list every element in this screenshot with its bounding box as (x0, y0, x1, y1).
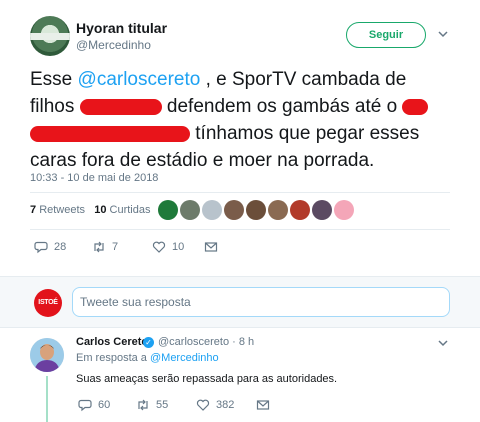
envelope-icon (204, 242, 218, 252)
direct-message-action[interactable] (204, 240, 218, 254)
like-count: 382 (216, 399, 235, 411)
reply-text: Suas ameaças serão repassada para as aut… (76, 373, 338, 385)
reply-icon (34, 241, 48, 254)
author-name[interactable]: Hyoran titular (76, 20, 167, 36)
divider (30, 229, 450, 230)
tweet-text-part: Esse (30, 69, 78, 90)
photo-avatar[interactable] (290, 200, 310, 220)
like-count: 10 (172, 241, 185, 253)
like-action[interactable]: 10 (152, 240, 184, 254)
photo-avatar[interactable] (224, 200, 244, 220)
direct-message-action[interactable] (256, 398, 270, 412)
author-handle[interactable]: @Mercedinho (76, 38, 151, 52)
photo-avatar[interactable] (246, 200, 266, 220)
reply-action[interactable]: 60 (78, 398, 110, 412)
retweets-label: Retweets (39, 204, 86, 216)
heart-icon (196, 399, 210, 411)
in-reply-to: Em resposta a @Mercedinho (76, 352, 219, 364)
reply-actions: 60 55 382 (0, 398, 480, 414)
retweet-icon (94, 241, 104, 253)
chevron-down-icon[interactable] (437, 28, 449, 40)
in-reply-prefix: Em resposta a (76, 352, 150, 364)
redaction-mark (30, 125, 190, 142)
envelope-icon (256, 400, 270, 410)
reply-input[interactable]: Tweete sua resposta (72, 287, 450, 317)
tweet-actions: 28 7 10 (0, 240, 480, 256)
author-avatar[interactable] (30, 16, 70, 56)
reply-author-avatar[interactable] (30, 338, 64, 372)
redaction-mark (79, 98, 162, 115)
tweet-timestamp[interactable]: 10:33 - 10 de mai de 2018 (30, 172, 158, 184)
palmeiras-avatar[interactable] (158, 200, 178, 220)
reply-action[interactable]: 28 (34, 240, 66, 254)
follow-button[interactable]: Seguir (346, 22, 426, 48)
retweet-icon (138, 399, 148, 411)
like-action[interactable]: 382 (196, 398, 234, 412)
in-reply-mention[interactable]: @Mercedinho (150, 352, 219, 364)
reply-author-name[interactable]: Carlos Cereto (76, 336, 148, 348)
retweet-count: 7 (112, 241, 119, 253)
reply-count: 28 (54, 241, 67, 253)
retweet-action[interactable]: 55 (136, 398, 168, 412)
pig-avatar[interactable] (334, 200, 354, 220)
engagement-stats[interactable]: 7 Retweets 10 Curtidas (30, 204, 151, 216)
likes-count: 10 (94, 204, 107, 216)
chevron-down-icon[interactable] (437, 337, 449, 352)
default-avatar[interactable] (202, 200, 222, 220)
photo-avatar[interactable] (268, 200, 288, 220)
heart-icon (152, 241, 166, 253)
reply-author-handle-time[interactable]: @carloscereto · 8 h (158, 336, 254, 348)
reply-icon (78, 399, 92, 412)
divider (30, 192, 450, 193)
redaction-mark (402, 98, 429, 115)
retweet-count: 55 (156, 399, 169, 411)
retweets-count: 7 (30, 204, 37, 216)
photo-avatar[interactable] (312, 200, 332, 220)
reply-count: 60 (98, 399, 111, 411)
composer-avatar: ISTOÉ (34, 289, 62, 317)
likes-label: Curtidas (109, 204, 151, 216)
tweet-text: Esse @carloscereto , e SporTV cambada de… (30, 66, 450, 174)
photo-avatar[interactable] (180, 200, 200, 220)
mention-link[interactable]: @carloscereto (78, 69, 201, 90)
tweet-text-part: defendem os gambás até o (161, 96, 403, 117)
verified-badge-icon: ✓ (143, 337, 154, 348)
retweet-action[interactable]: 7 (92, 240, 118, 254)
